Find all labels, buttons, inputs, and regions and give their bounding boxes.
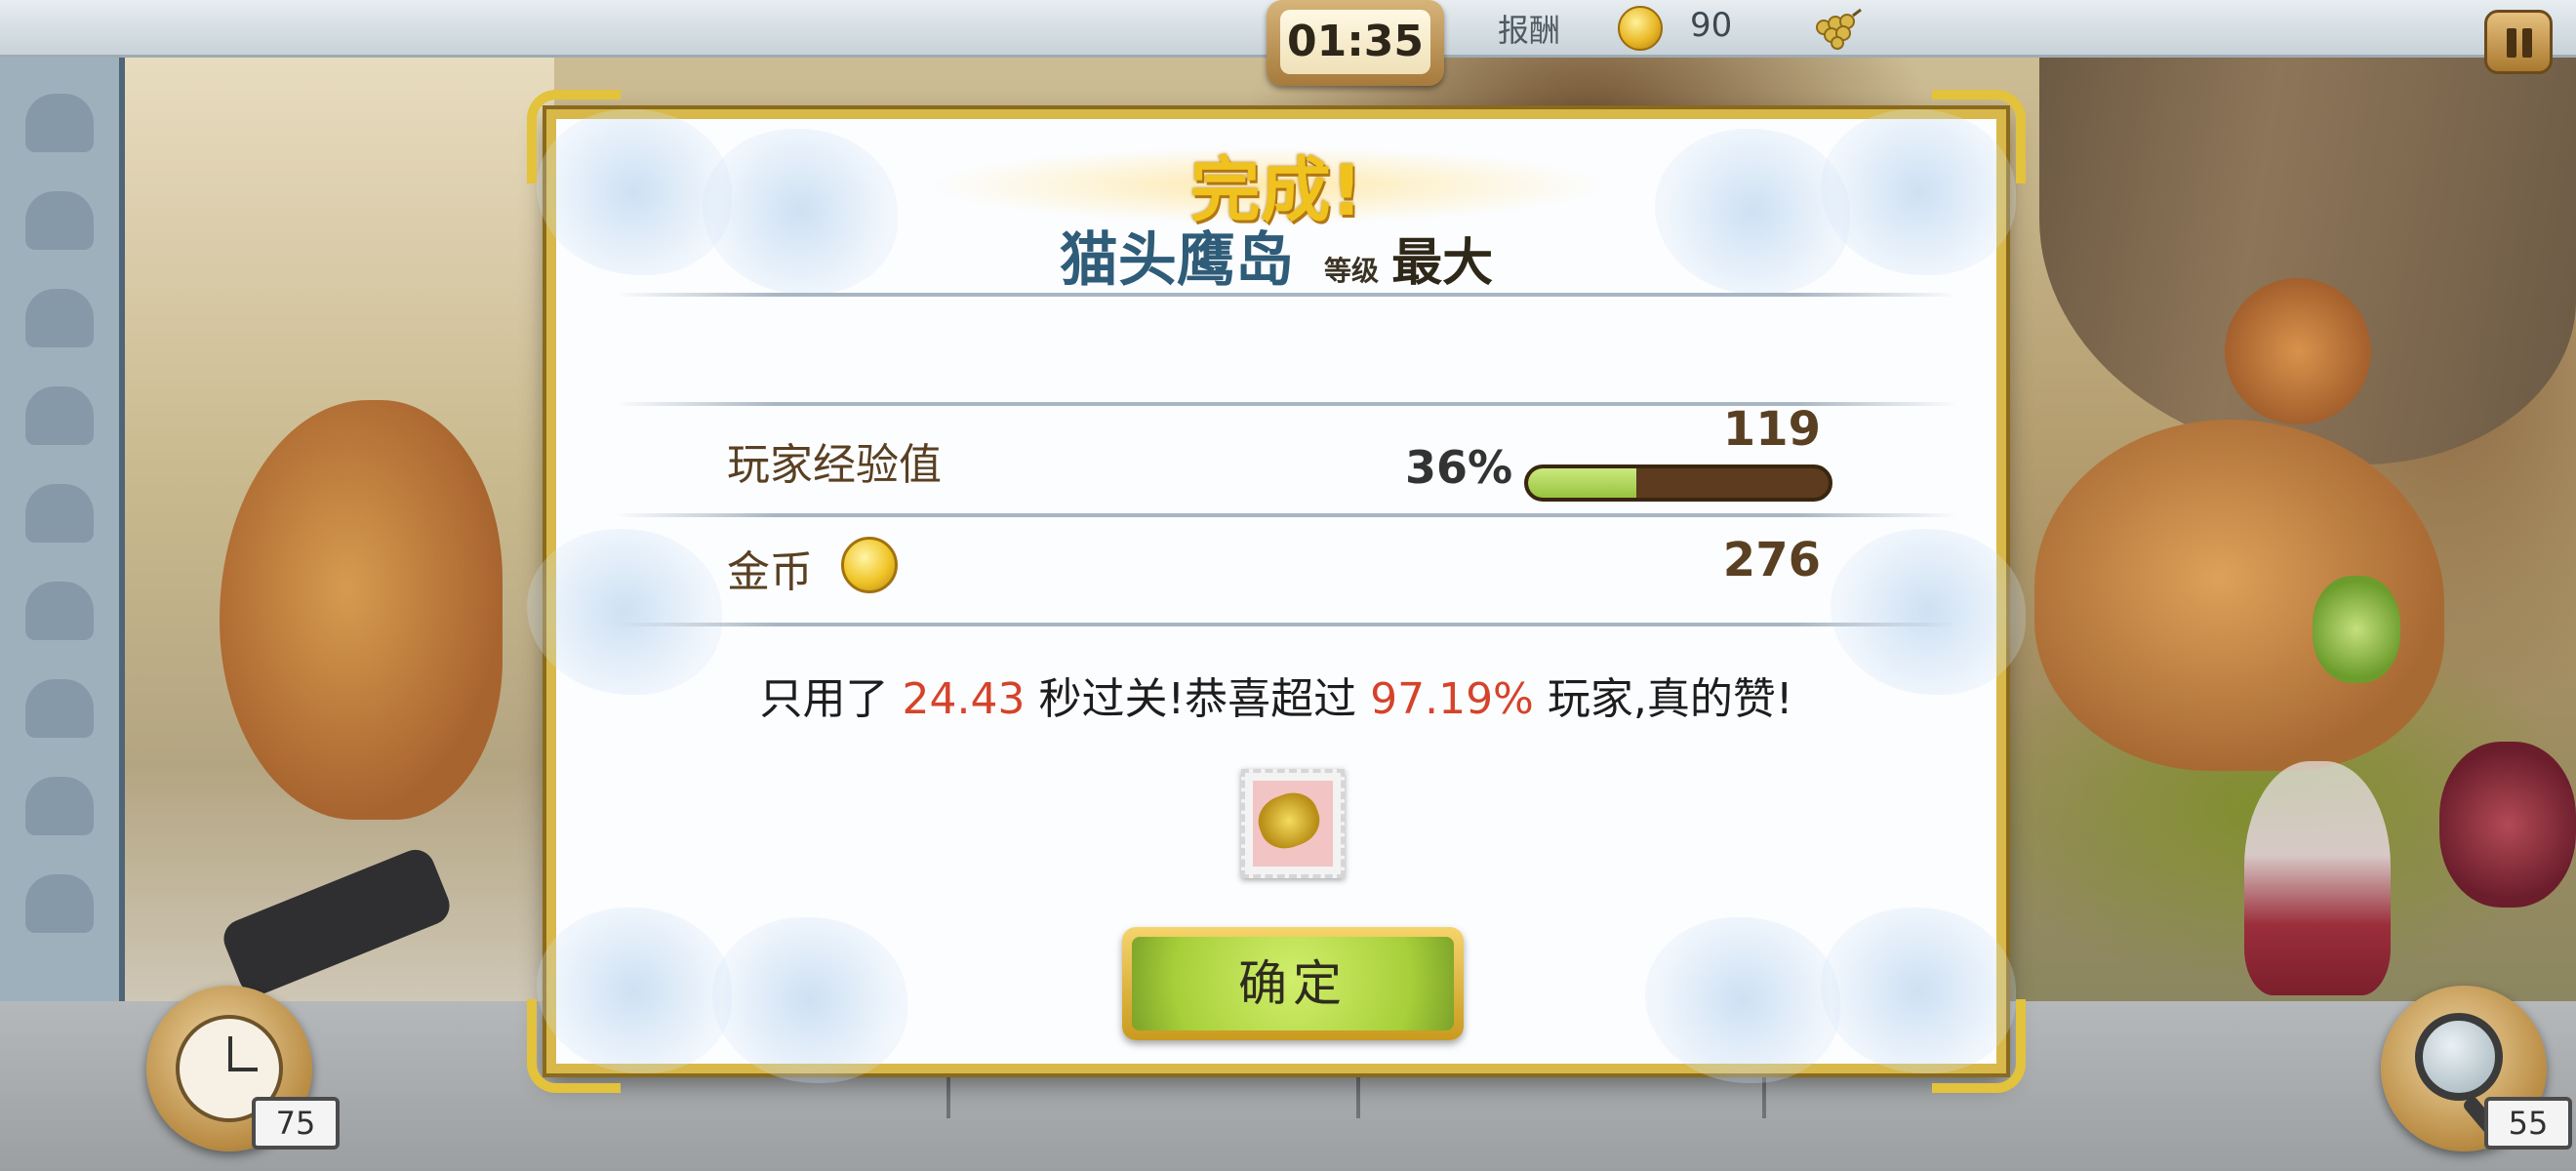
level-value: 最大 xyxy=(1391,234,1494,293)
divider-line xyxy=(615,293,1957,297)
divider-line xyxy=(615,513,1957,517)
message-text: 只用了 xyxy=(759,674,889,724)
silhouette-icon xyxy=(25,289,94,347)
pause-button[interactable] xyxy=(2484,10,2553,74)
leaf-decoration xyxy=(1645,917,1840,1083)
squirrel-image xyxy=(2225,278,2371,424)
frame-corner-ornament xyxy=(1932,999,2026,1093)
silhouette-icon xyxy=(25,386,94,445)
grape-stamp-icon xyxy=(1241,769,1345,878)
silhouette-icon xyxy=(25,484,94,543)
island-name: 猫头鹰岛 xyxy=(1059,226,1294,295)
percentile-value: 97.19% xyxy=(1370,674,1534,724)
silhouette-panel xyxy=(0,55,125,1001)
gold-coin-icon xyxy=(841,537,898,593)
exp-progress-bar xyxy=(1524,464,1832,502)
gold-label: 金币 xyxy=(727,547,813,597)
level-info: 猫头鹰岛 等级 最大 xyxy=(556,213,1996,298)
silhouette-icon xyxy=(25,874,94,933)
wine-bottle-object[interactable] xyxy=(2244,761,2391,995)
magnifier-icon xyxy=(2415,1013,2503,1101)
silhouette-icon xyxy=(25,777,94,835)
level-label: 等级 xyxy=(1323,255,1379,287)
frame-corner-ornament xyxy=(527,999,621,1093)
coin-count: 90 xyxy=(1690,6,1733,45)
clock-count-badge: 75 xyxy=(252,1097,340,1150)
grape-icon xyxy=(1816,8,1862,50)
exp-label: 玩家经验值 xyxy=(727,440,942,490)
silhouette-icon xyxy=(25,191,94,250)
silhouette-icon xyxy=(25,94,94,152)
gold-value: 276 xyxy=(1722,533,1821,587)
message-text: 秒过关!恭喜超过 xyxy=(1038,674,1357,724)
magnifier-count-badge: 55 xyxy=(2484,1097,2572,1150)
confirm-button-label: 确定 xyxy=(1132,937,1454,1030)
green-grapes-object[interactable] xyxy=(2313,576,2400,683)
exp-percent: 36% xyxy=(1405,441,1513,494)
message-text: 玩家,真的赞! xyxy=(1547,674,1793,724)
clear-time: 24.43 xyxy=(902,674,1026,724)
result-message: 只用了 24.43 秒过关!恭喜超过 97.19% 玩家,真的赞! xyxy=(556,664,1996,726)
leaf-decoration xyxy=(712,917,907,1083)
confirm-button[interactable]: 确定 xyxy=(1122,927,1464,1040)
completion-dialog: 完成! 猫头鹰岛 等级 最大 玩家经验值 119 36% 金币 276 只用了 … xyxy=(527,90,2026,1093)
divider-line xyxy=(615,623,1957,626)
timer: 01:35 xyxy=(1267,0,1444,86)
timer-value: 01:35 xyxy=(1280,10,1430,74)
coin-icon xyxy=(1618,6,1663,51)
exp-progress-fill xyxy=(1528,468,1636,498)
silhouette-icon xyxy=(25,582,94,640)
exp-value: 119 xyxy=(1722,402,1821,457)
red-grapes-object[interactable] xyxy=(2439,742,2576,908)
silhouette-icon xyxy=(25,679,94,738)
reward-label: 报酬 xyxy=(1498,12,1561,49)
